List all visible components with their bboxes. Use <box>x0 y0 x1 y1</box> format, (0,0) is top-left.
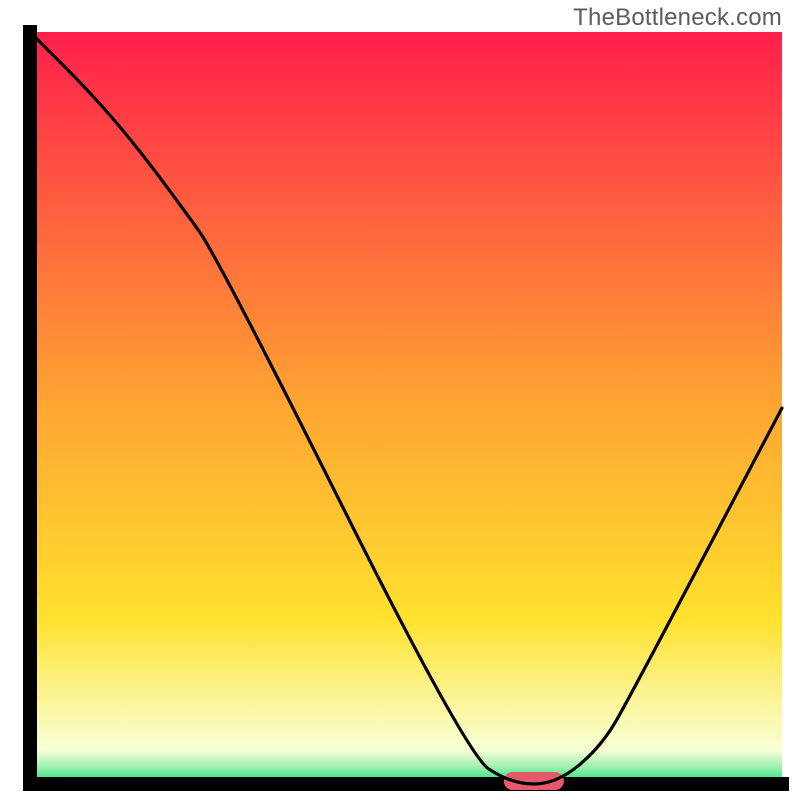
watermark-text: TheBottleneck.com <box>573 4 782 32</box>
chart-background-gradient <box>30 32 782 784</box>
bottleneck-chart <box>0 0 800 800</box>
chart-container: { "watermark": "TheBottleneck.com", "cha… <box>0 0 800 800</box>
